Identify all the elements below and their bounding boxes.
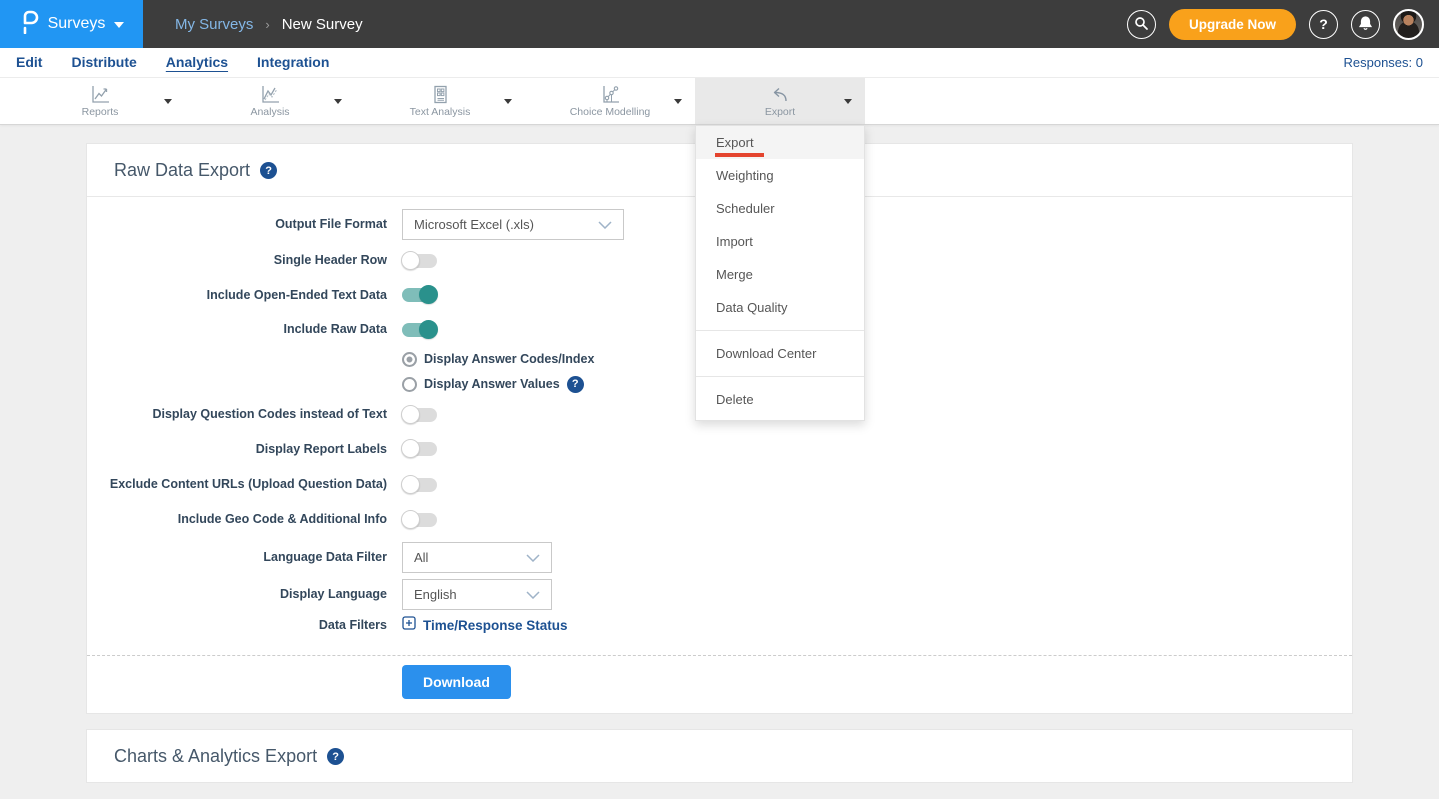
menu-divider <box>696 330 864 331</box>
toolbar-label: Choice Modelling <box>570 106 651 118</box>
geo-code-label: Include Geo Code & Additional Info <box>87 512 387 528</box>
choice-modelling-icon <box>599 85 621 105</box>
breadcrumb-separator-icon: › <box>265 17 269 32</box>
chevron-down-icon <box>114 22 124 28</box>
report-labels-label: Display Report Labels <box>87 442 387 458</box>
download-button[interactable]: Download <box>402 665 511 699</box>
menu-item-merge[interactable]: Merge <box>696 258 864 291</box>
select-value: All <box>414 550 428 565</box>
include-raw-data-toggle[interactable] <box>402 323 437 337</box>
single-header-row-label: Single Header Row <box>87 253 387 269</box>
analysis-chart-icon <box>259 85 281 105</box>
red-annotation-underline <box>715 153 764 157</box>
geo-code-toggle[interactable] <box>402 513 437 527</box>
display-language-select[interactable]: English <box>402 579 552 610</box>
upgrade-now-button[interactable]: Upgrade Now <box>1169 9 1296 40</box>
language-data-filter-select[interactable]: All <box>402 542 552 573</box>
exclude-content-urls-label: Exclude Content URLs (Upload Question Da… <box>87 477 387 493</box>
toolbar-item-text-analysis[interactable]: Text Analysis <box>355 78 525 124</box>
chevron-down-icon[interactable] <box>844 99 852 104</box>
toolbar-label: Reports <box>82 106 119 118</box>
charts-analytics-export-card: Charts & Analytics Export ? <box>86 729 1353 783</box>
export-arrow-icon <box>768 85 792 105</box>
toolbar-label: Text Analysis <box>410 106 471 118</box>
search-button[interactable] <box>1127 10 1156 39</box>
help-icon[interactable]: ? <box>327 748 344 765</box>
answer-values-radio-label: Display Answer Values <box>424 377 560 391</box>
time-response-status-link[interactable]: Time/Response Status <box>402 616 568 635</box>
include-open-ended-toggle[interactable] <box>402 288 437 302</box>
exclude-content-urls-toggle[interactable] <box>402 478 437 492</box>
breadcrumb-my-surveys[interactable]: My Surveys <box>175 16 253 33</box>
output-file-format-label: Output File Format <box>87 217 387 233</box>
toolbar-item-reports[interactable]: Reports <box>15 78 185 124</box>
tab-distribute[interactable]: Distribute <box>71 54 136 71</box>
menu-item-weighting[interactable]: Weighting <box>696 159 864 192</box>
reports-chart-icon <box>89 85 111 105</box>
output-file-format-select[interactable]: Microsoft Excel (.xls) <box>402 209 624 240</box>
toolbar-item-choice-modelling[interactable]: Choice Modelling <box>525 78 695 124</box>
tab-analytics[interactable]: Analytics <box>166 54 228 71</box>
menu-divider <box>696 376 864 377</box>
answer-codes-radio-label: Display Answer Codes/Index <box>424 352 594 366</box>
display-language-label: Display Language <box>87 587 387 603</box>
menu-item-scheduler[interactable]: Scheduler <box>696 192 864 225</box>
question-mark-icon: ? <box>1319 16 1328 32</box>
charts-analytics-export-title: Charts & Analytics Export <box>114 746 317 767</box>
chevron-down-icon[interactable] <box>504 99 512 104</box>
dashed-divider <box>87 655 1352 656</box>
chevron-down-icon <box>526 587 540 602</box>
menu-item-delete[interactable]: Delete <box>696 383 864 416</box>
top-bar: Surveys My Surveys › New Survey Upgrade … <box>0 0 1439 48</box>
report-labels-toggle[interactable] <box>402 442 437 456</box>
survey-nav: Edit Distribute Analytics Integration Re… <box>0 48 1439 78</box>
tab-edit[interactable]: Edit <box>16 54 42 71</box>
help-icon[interactable]: ? <box>567 376 584 393</box>
toolbar-item-analysis[interactable]: Analysis <box>185 78 355 124</box>
select-value: English <box>414 587 457 602</box>
help-button[interactable]: ? <box>1309 10 1338 39</box>
analytics-toolbar: Reports Analysis Text Analysis Choice Mo… <box>0 78 1439 125</box>
search-icon <box>1134 16 1148 33</box>
include-raw-data-label: Include Raw Data <box>87 322 387 338</box>
chevron-down-icon <box>598 217 612 232</box>
export-dropdown-menu: Export Weighting Scheduler Import Merge … <box>695 125 865 421</box>
breadcrumb: My Surveys › New Survey <box>175 16 363 33</box>
user-avatar[interactable] <box>1393 9 1424 40</box>
single-header-row-toggle[interactable] <box>402 254 437 268</box>
language-data-filter-label: Language Data Filter <box>87 550 387 566</box>
question-codes-label: Display Question Codes instead of Text <box>87 407 387 423</box>
tab-integration[interactable]: Integration <box>257 54 329 71</box>
questionpro-logo-icon <box>19 10 39 39</box>
menu-item-import[interactable]: Import <box>696 225 864 258</box>
select-value: Microsoft Excel (.xls) <box>414 217 534 232</box>
chevron-down-icon[interactable] <box>164 99 172 104</box>
chevron-down-icon[interactable] <box>334 99 342 104</box>
product-switcher[interactable]: Surveys <box>0 0 143 48</box>
question-codes-toggle[interactable] <box>402 408 437 422</box>
toolbar-item-export[interactable]: Export <box>695 78 865 124</box>
topbar-actions: Upgrade Now ? <box>1127 9 1439 40</box>
raw-data-export-title: Raw Data Export <box>114 160 250 181</box>
answer-codes-radio[interactable] <box>402 352 417 367</box>
text-analysis-icon <box>430 85 450 105</box>
toolbar-label: Analysis <box>250 106 289 118</box>
chevron-down-icon[interactable] <box>674 99 682 104</box>
toolbar-label: Export <box>765 106 795 118</box>
bell-icon <box>1359 16 1372 33</box>
breadcrumb-current-survey: New Survey <box>282 16 363 33</box>
responses-count[interactable]: Responses: 0 <box>1344 55 1424 70</box>
menu-item-download-center[interactable]: Download Center <box>696 337 864 370</box>
help-icon[interactable]: ? <box>260 162 277 179</box>
chevron-down-icon <box>526 550 540 565</box>
data-filters-label: Data Filters <box>87 618 387 634</box>
include-open-ended-label: Include Open-Ended Text Data <box>87 288 387 304</box>
notifications-button[interactable] <box>1351 10 1380 39</box>
answer-values-radio[interactable] <box>402 377 417 392</box>
menu-item-export[interactable]: Export <box>696 126 864 159</box>
product-label: Surveys <box>48 15 106 33</box>
expand-plus-icon <box>402 616 416 635</box>
menu-item-data-quality[interactable]: Data Quality <box>696 291 864 324</box>
